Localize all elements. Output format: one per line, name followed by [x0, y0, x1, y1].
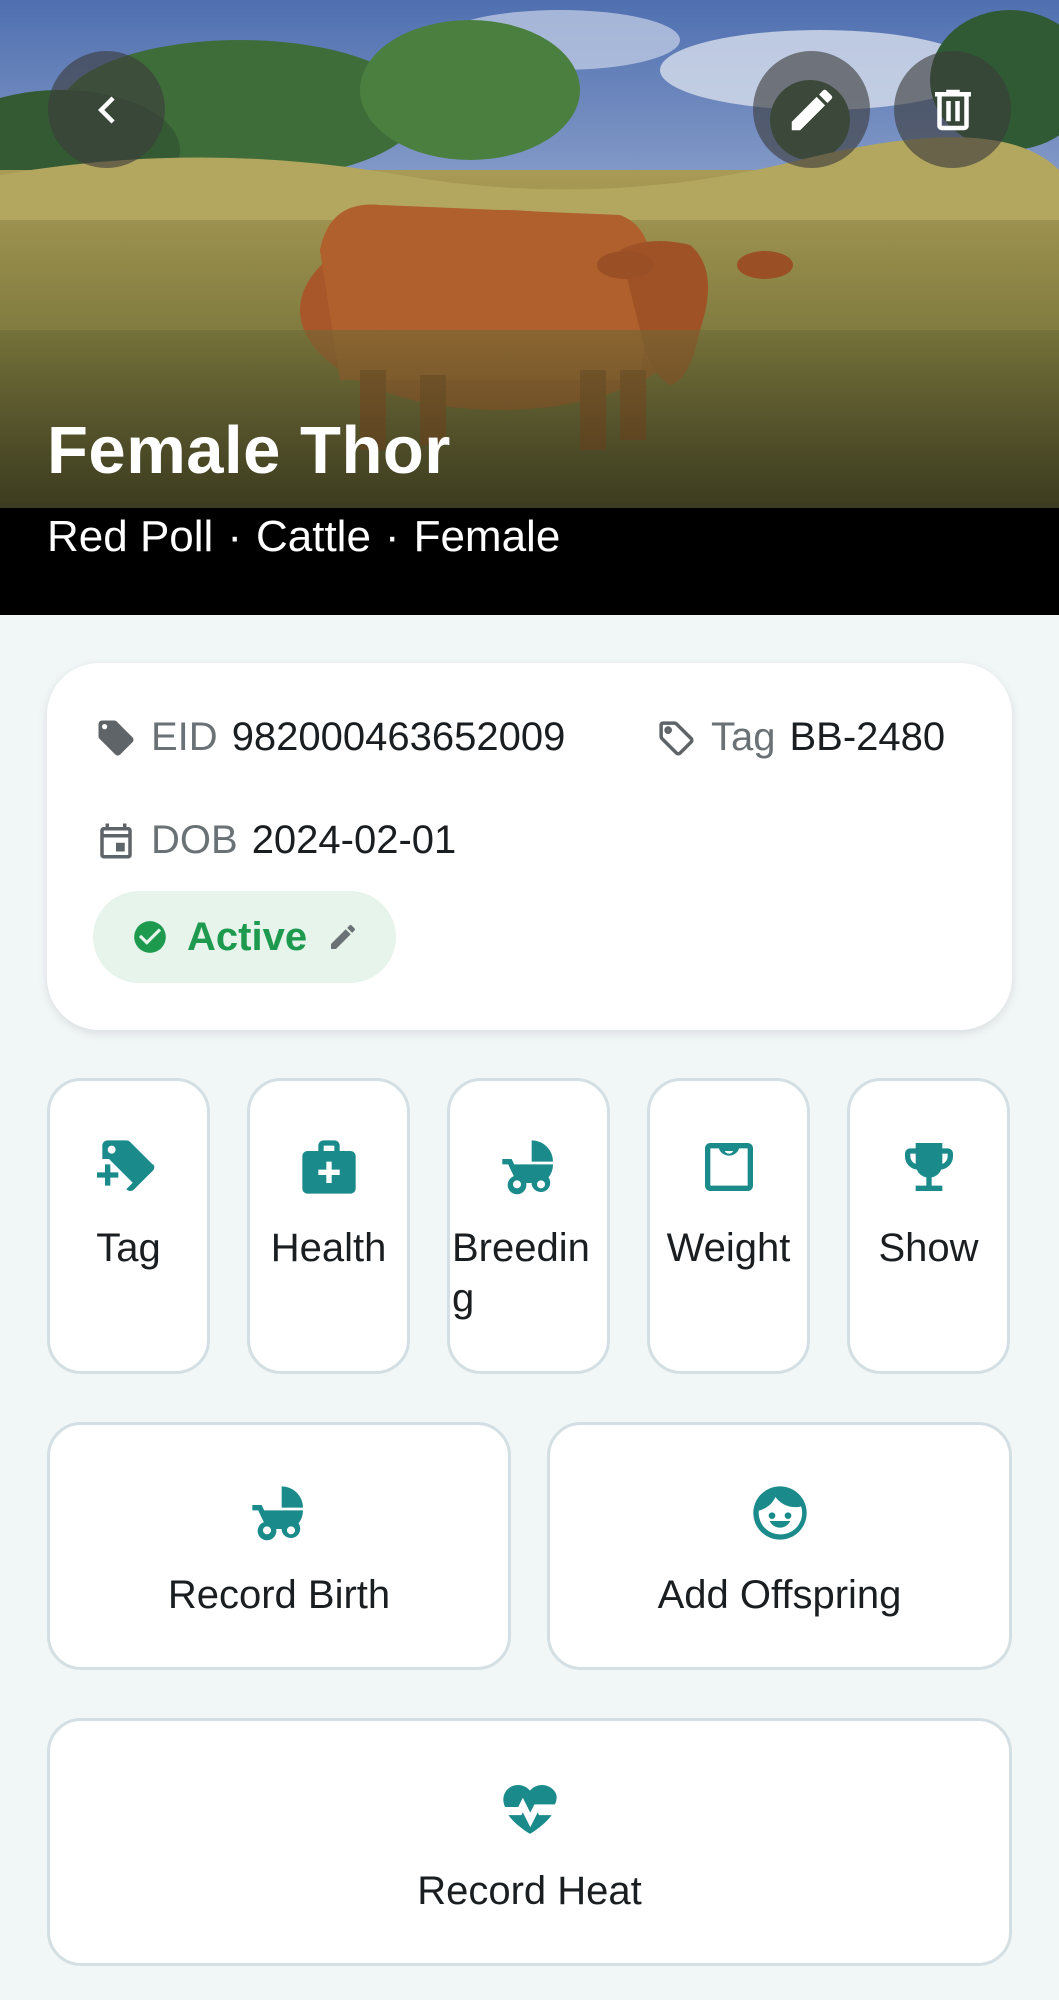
back-button[interactable] — [48, 51, 165, 168]
breed-text: Red Poll — [47, 512, 214, 561]
trash-icon — [934, 89, 971, 130]
tag-action-button[interactable]: Tag — [47, 1078, 210, 1374]
breeding-action-button[interactable]: Breeding — [447, 1078, 610, 1374]
medical-bag-icon — [301, 1140, 356, 1194]
tag-row: Tag BB-2480 — [655, 715, 945, 760]
check-circle-icon — [134, 921, 166, 953]
tag-outline-icon — [659, 720, 694, 755]
weight-icon — [704, 1143, 753, 1191]
chevron-left-icon — [97, 96, 115, 123]
baby-face-icon — [752, 1486, 807, 1540]
pencil-icon — [791, 89, 832, 130]
health-action-label: Health — [270, 1226, 387, 1270]
dob-row: DOB 2024-02-01 — [95, 818, 456, 863]
tag-value: BB-2480 — [789, 715, 946, 759]
pencil-icon — [331, 924, 356, 949]
separator: · — [227, 512, 242, 561]
status-chip[interactable]: Active — [93, 891, 396, 983]
tag-icon — [98, 720, 134, 755]
trophy-icon — [904, 1143, 953, 1191]
eid-value: 982000463652009 — [231, 715, 566, 759]
add-offspring-label: Add Offspring — [657, 1573, 902, 1617]
calendar-icon — [100, 823, 132, 858]
baby-carriage-icon — [252, 1486, 303, 1541]
breeding-action-label: Breeding — [452, 1226, 590, 1320]
weight-action-button[interactable]: Weight — [647, 1078, 810, 1374]
animal-info-card: EID 982000463652009 Tag BB-2480 DOB 2024… — [47, 663, 1012, 1030]
species-text: Cattle — [255, 512, 371, 561]
record-heat-label: Record Heat — [417, 1869, 642, 1913]
delete-button[interactable] — [894, 51, 1011, 168]
eid-label: EID — [151, 715, 218, 759]
eid-row: EID 982000463652009 — [95, 715, 565, 760]
animal-name: Female Thor — [47, 413, 451, 488]
separator: · — [384, 512, 400, 561]
add-offspring-button[interactable]: Add Offspring — [547, 1422, 1012, 1670]
sex-text: Female — [413, 512, 561, 561]
record-heat-button[interactable]: Record Heat — [47, 1718, 1012, 1966]
record-birth-button[interactable]: Record Birth — [47, 1422, 511, 1670]
dob-value: 2024-02-01 — [251, 818, 457, 862]
baby-carriage-icon — [501, 1140, 553, 1195]
record-birth-label: Record Birth — [167, 1573, 391, 1617]
animal-subtitle: Red Poll · Cattle · Female — [47, 512, 560, 562]
edit-button[interactable] — [753, 51, 870, 168]
show-action-label: Show — [878, 1226, 979, 1270]
tag-label: Tag — [711, 715, 776, 759]
dob-label: DOB — [151, 818, 238, 862]
tag-plus-icon — [96, 1140, 154, 1191]
show-action-button[interactable]: Show — [847, 1078, 1010, 1374]
hero-header: Female Thor Red Poll · Cattle · Female — [0, 0, 1059, 615]
status-text: Active — [187, 914, 308, 959]
tag-action-label: Tag — [96, 1226, 161, 1270]
health-action-button[interactable]: Health — [247, 1078, 410, 1374]
weight-action-label: Weight — [666, 1226, 791, 1270]
heart-pulse-icon — [502, 1785, 557, 1834]
